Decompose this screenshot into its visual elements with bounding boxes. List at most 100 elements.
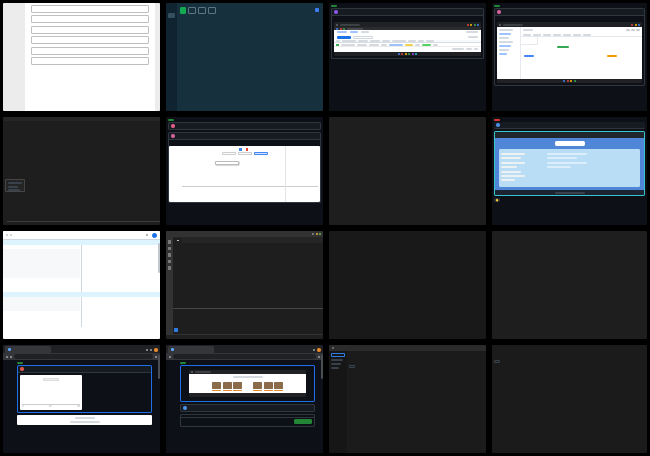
file-view-tabs[interactable] [349,352,486,354]
second-screenshot[interactable] [17,415,152,426]
y-axis [171,157,179,187]
service-links[interactable] [501,153,541,182]
file-view-tabs[interactable] [494,347,645,349]
browser-tab[interactable] [168,346,214,353]
code-editor[interactable] [173,243,323,308]
meal-thumbnail[interactable] [232,382,242,390]
tile-browser-issue-hbars: 0 10 20 [0,342,163,456]
last-name-input[interactable] [31,36,149,44]
avatar[interactable] [496,123,500,128]
meal-thumbnail[interactable] [222,382,232,390]
embedded-screenshot[interactable] [497,22,642,84]
profile-avatar[interactable] [152,232,157,238]
browser-tab[interactable] [5,346,51,353]
select-week[interactable] [237,151,252,156]
ports-notification[interactable] [174,328,178,332]
event-chip-green[interactable] [557,46,569,49]
nav-link[interactable] [337,31,347,34]
event-chip-blue[interactable] [524,55,534,58]
address-bar[interactable] [14,354,153,359]
meal-thumbnail[interactable] [273,382,283,390]
profile-avatar[interactable] [317,347,321,352]
diff-split-1 [3,245,160,292]
scrollbar[interactable] [321,355,323,379]
selected-comment[interactable]: 0 10 20 [17,365,152,414]
menu-icon[interactable] [318,355,320,358]
avatar[interactable] [171,124,175,129]
sidebar-link[interactable] [499,53,507,56]
calendar-next-button[interactable] [636,29,640,32]
screenshot-grid: 🙂 0 10 20 [0,0,650,456]
new-password-input[interactable] [31,57,149,65]
embedded-chart[interactable]: 0 10 20 [20,375,82,411]
delete-button[interactable] [208,7,216,14]
address-bar[interactable] [173,354,316,359]
link-cell[interactable] [388,43,403,46]
editor-top-bar [3,117,160,121]
avatar[interactable] [20,367,24,372]
search-icon[interactable] [167,246,172,250]
add-data-button[interactable] [180,7,186,14]
meal-thumbnail[interactable] [253,382,263,390]
files-icon[interactable] [167,240,172,244]
selected-comment[interactable] [180,365,315,402]
taskbar [497,79,642,84]
reload-icon[interactable] [10,355,12,358]
refresh-icon[interactable] [315,8,319,13]
reaction-button[interactable]: 🙂 [494,198,500,203]
meal-thumbnail[interactable] [212,382,222,390]
nav-link[interactable] [350,31,358,34]
meal-thumbnail[interactable] [263,382,273,390]
back-icon[interactable] [6,355,8,358]
source-control-icon[interactable] [167,253,172,257]
date-picker[interactable] [221,151,236,156]
password-input[interactable] [31,15,149,23]
embedded-chart-screenshot[interactable] [169,145,320,202]
window-controls[interactable] [312,233,321,235]
calendar-back-button[interactable] [631,29,635,32]
sidebar-collection-item[interactable] [168,13,175,18]
scrollbar[interactable] [158,355,160,379]
menu-icon[interactable] [155,355,157,358]
apply-filter-chip[interactable] [253,151,268,156]
back-icon[interactable] [169,355,171,358]
comment-editor[interactable] [180,413,315,427]
avatar[interactable] [171,133,175,138]
issue-state-badge [494,5,500,7]
avatar[interactable] [497,10,501,15]
selected-file[interactable] [331,353,345,357]
raw-button[interactable] [349,365,355,368]
search-input[interactable] [353,35,373,39]
embedded-screenshot[interactable] [494,131,645,197]
calendar-today-button[interactable] [626,29,630,32]
meal-thumbs-group [252,382,285,392]
search-pill[interactable] [554,141,585,147]
add-button[interactable] [337,35,351,39]
panel-tabs[interactable] [7,221,160,223]
hbar-row [22,399,80,404]
debug-icon[interactable] [167,259,172,263]
sidebar-link[interactable] [499,45,511,48]
avatar[interactable] [334,10,338,15]
terminal-panel[interactable] [173,308,323,334]
editor-tabs[interactable] [181,415,314,418]
sidebar-link[interactable] [499,33,511,36]
profile-avatar[interactable] [154,347,158,352]
extensions-icon[interactable] [146,234,148,236]
comment-button[interactable] [294,419,312,424]
new-email-input[interactable] [31,46,149,55]
email-input[interactable] [31,4,149,13]
extensions-icon[interactable] [167,266,172,270]
update-button[interactable] [198,7,206,14]
raw-button[interactable] [494,360,500,363]
embedded-screenshot[interactable] [334,22,481,56]
export-data-button[interactable] [188,7,196,14]
event-chip-orange[interactable] [607,55,617,58]
mealplan-screenshot[interactable] [189,374,306,394]
calendar-cell[interactable] [521,37,539,46]
avatar[interactable] [183,405,187,410]
first-name-input[interactable] [31,25,149,34]
notification-toast[interactable] [5,179,25,192]
scrollbar[interactable] [158,243,160,273]
panel-divider [285,145,286,202]
